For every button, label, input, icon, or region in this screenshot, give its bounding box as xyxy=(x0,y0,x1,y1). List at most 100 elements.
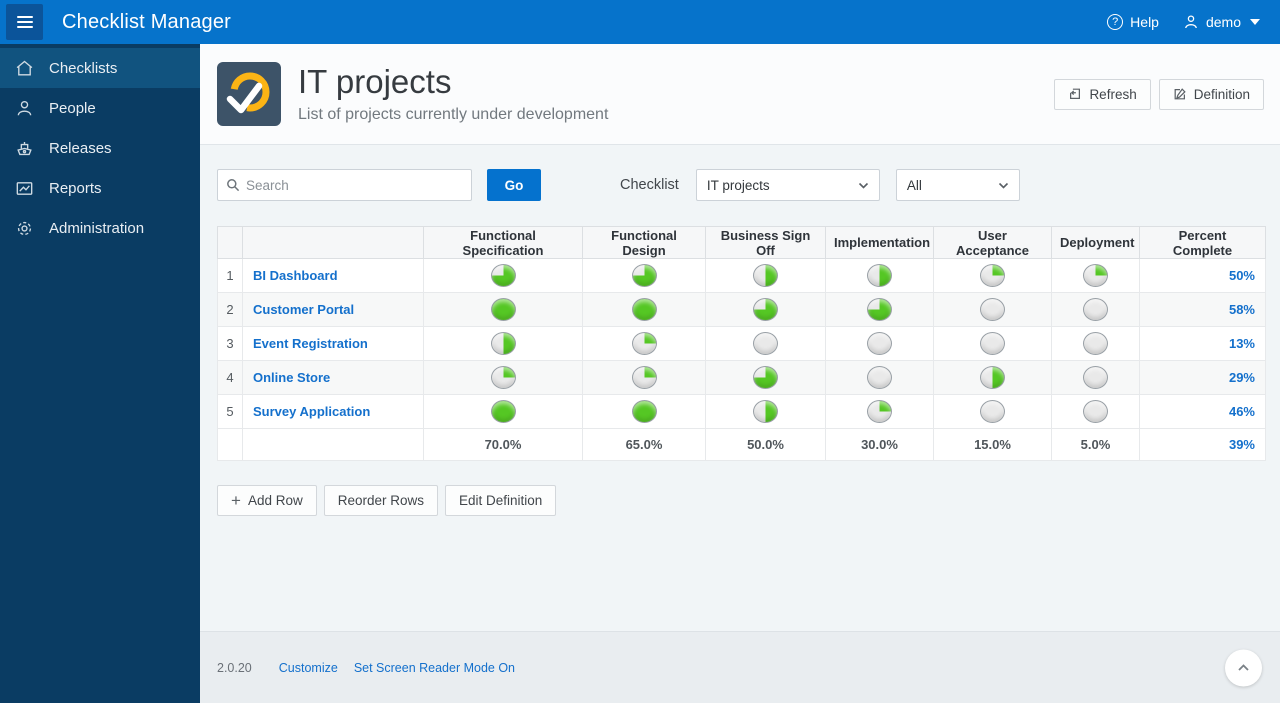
stage-cell xyxy=(423,292,583,327)
row-percent-link[interactable]: 58% xyxy=(1229,302,1255,317)
stage-cell xyxy=(705,258,826,293)
stage-cell xyxy=(705,292,826,327)
stage-pie xyxy=(867,264,892,287)
stage-pie xyxy=(490,298,516,321)
edit-definition-button[interactable]: Edit Definition xyxy=(445,485,557,516)
chevron-down-icon xyxy=(858,182,868,189)
help-label: Help xyxy=(1130,14,1159,30)
stage-pie xyxy=(753,366,778,389)
refresh-button[interactable]: Refresh xyxy=(1054,78,1151,110)
scroll-to-top-button[interactable] xyxy=(1225,649,1262,686)
row-percent-link[interactable]: 13% xyxy=(1229,336,1255,351)
sidebar: Checklists People Releases Reports Admin… xyxy=(0,44,200,703)
stage-cell xyxy=(933,292,1052,327)
user-icon xyxy=(1185,15,1197,29)
project-link[interactable]: Event Registration xyxy=(253,336,368,351)
stage-cell xyxy=(933,394,1052,429)
project-link[interactable]: BI Dashboard xyxy=(253,268,338,283)
stage-pie xyxy=(980,298,1005,321)
add-row-button[interactable]: + Add Row xyxy=(217,485,317,516)
stage-cell xyxy=(1051,394,1140,429)
table-row: 4 Online Store 29% xyxy=(217,360,1266,395)
stage-pie xyxy=(1083,298,1108,321)
checklist-select[interactable]: IT projects xyxy=(695,169,880,201)
stage-cell xyxy=(1051,258,1140,293)
table-actions: + Add Row Reorder Rows Edit Definition xyxy=(217,485,1264,516)
home-icon xyxy=(15,59,34,78)
row-number: 1 xyxy=(217,258,243,293)
stage-cell xyxy=(582,394,706,429)
stage-cell xyxy=(423,258,583,293)
go-button[interactable]: Go xyxy=(487,169,541,201)
user-menu[interactable]: demo xyxy=(1183,14,1260,30)
table-row: 1 BI Dashboard 50% xyxy=(217,258,1266,293)
stage-cell xyxy=(705,394,826,429)
col-header-percent-complete: Percent Complete xyxy=(1139,226,1266,259)
definition-button[interactable]: Definition xyxy=(1158,78,1264,110)
checklist-select-value: IT projects xyxy=(706,177,770,193)
stage-pie xyxy=(1083,264,1108,287)
row-percent-link[interactable]: 50% xyxy=(1229,268,1255,283)
stage-pie xyxy=(980,400,1005,423)
sidebar-item-administration[interactable]: Administration xyxy=(0,208,200,248)
project-link[interactable]: Survey Application xyxy=(253,404,370,419)
stage-pie xyxy=(753,332,778,355)
total-functional-specification: 70.0% xyxy=(423,428,583,461)
customize-link[interactable]: Customize xyxy=(279,661,338,675)
stage-pie xyxy=(753,400,778,423)
sidebar-item-releases[interactable]: Releases xyxy=(0,128,200,168)
page-footer: 2.0.20 Customize Set Screen Reader Mode … xyxy=(200,631,1280,703)
col-header-rownum xyxy=(217,226,243,259)
stage-cell xyxy=(825,258,934,293)
stage-cell xyxy=(582,258,706,293)
stage-cell xyxy=(933,258,1052,293)
row-percent-link[interactable]: 29% xyxy=(1229,370,1255,385)
search-input[interactable] xyxy=(246,177,463,193)
total-user-acceptance: 15.0% xyxy=(933,428,1052,461)
table-row: 2 Customer Portal 58% xyxy=(217,292,1266,327)
stage-pie xyxy=(490,264,516,287)
stage-cell xyxy=(825,360,934,395)
project-link[interactable]: Online Store xyxy=(253,370,330,385)
help-icon: ? xyxy=(1107,14,1124,30)
gear-icon xyxy=(15,219,34,238)
col-header-implementation: Implementation xyxy=(825,226,934,259)
stage-pie xyxy=(867,366,892,389)
stage-pie xyxy=(1083,400,1108,423)
sidebar-item-checklists[interactable]: Checklists xyxy=(0,48,200,88)
row-number: 3 xyxy=(217,326,243,361)
stage-cell xyxy=(1051,360,1140,395)
stage-pie xyxy=(631,400,657,423)
stage-cell xyxy=(423,326,583,361)
stage-cell xyxy=(825,394,934,429)
page-title: IT projects xyxy=(298,63,452,101)
screen-reader-link[interactable]: Set Screen Reader Mode On xyxy=(354,661,515,675)
stage-pie xyxy=(631,332,657,355)
project-link[interactable]: Customer Portal xyxy=(253,302,354,317)
hamburger-menu-icon[interactable] xyxy=(6,4,43,40)
totals-row: 70.0% 65.0% 50.0% 30.0% 15.0% 5.0% 39% xyxy=(217,428,1266,461)
version-label: 2.0.20 xyxy=(217,660,252,675)
col-header-functional-design: Functional Design xyxy=(582,226,706,259)
help-link[interactable]: ? Help xyxy=(1107,14,1159,30)
stage-pie xyxy=(1083,332,1108,355)
table-body: 1 BI Dashboard 50% 2 Customer Portal 58%… xyxy=(217,258,1266,429)
sidebar-item-label: Administration xyxy=(49,219,145,237)
search-box xyxy=(217,169,472,201)
sidebar-item-people[interactable]: People xyxy=(0,88,200,128)
stage-cell xyxy=(933,360,1052,395)
sidebar-item-reports[interactable]: Reports xyxy=(0,168,200,208)
scope-select[interactable]: All xyxy=(895,169,1020,201)
row-percent-link[interactable]: 46% xyxy=(1229,404,1255,419)
projects-table: Functional Specification Functional Desi… xyxy=(217,226,1266,461)
col-header-business-sign-off: Business Sign Off xyxy=(705,226,826,259)
filter-bar: Go Checklist IT projects All xyxy=(217,169,1264,201)
user-label: demo xyxy=(1205,14,1241,30)
row-number: 4 xyxy=(217,360,243,395)
total-percent: 39% xyxy=(1228,437,1255,452)
stage-pie xyxy=(631,264,657,287)
refresh-icon xyxy=(1070,88,1081,99)
stage-pie xyxy=(490,366,516,389)
reorder-rows-button[interactable]: Reorder Rows xyxy=(323,485,438,516)
stage-cell xyxy=(1051,292,1140,327)
